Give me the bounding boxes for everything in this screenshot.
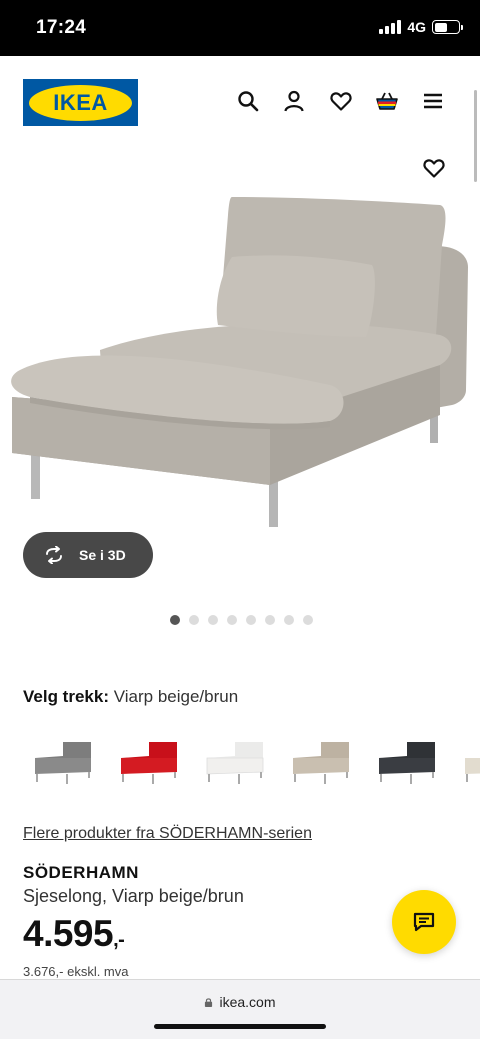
- pagination-dot[interactable]: [284, 615, 294, 625]
- series-link[interactable]: Flere produkter fra SÖDERHAMN-serien: [23, 825, 312, 843]
- price-value: 4.595: [23, 913, 114, 954]
- chat-button[interactable]: [392, 890, 456, 954]
- pagination-dot[interactable]: [227, 615, 237, 625]
- user-icon[interactable]: [282, 89, 306, 113]
- swatch-grey[interactable]: [23, 728, 95, 800]
- price-ex-vat: 3.676,- ekskl. mva: [23, 964, 129, 979]
- swatch-red[interactable]: [109, 728, 181, 800]
- battery-icon: [432, 20, 463, 34]
- chat-icon: [413, 912, 435, 932]
- product-description: Sjeselong, Viarp beige/brun: [23, 886, 244, 906]
- cover-value: Viarp beige/brun: [113, 687, 239, 706]
- cart-icon[interactable]: [375, 89, 399, 113]
- rotate-3d-icon: [46, 546, 62, 564]
- signal-icon: [379, 20, 402, 34]
- pagination-dot[interactable]: [303, 615, 313, 625]
- url-text: ikea.com: [219, 994, 276, 1010]
- swatch-beige-2[interactable]: [453, 728, 480, 800]
- status-indicators: 4G: [379, 19, 463, 35]
- product-image[interactable]: [0, 185, 480, 530]
- product-price: 4.595,-: [23, 913, 125, 955]
- image-pagination[interactable]: [170, 615, 313, 625]
- view-3d-button[interactable]: Se i 3D: [23, 532, 153, 578]
- site-header: IKEA: [0, 56, 480, 148]
- scrollbar[interactable]: [474, 90, 477, 182]
- search-icon[interactable]: [236, 89, 260, 113]
- favorite-heart-icon[interactable]: [422, 156, 446, 180]
- pagination-dot[interactable]: [189, 615, 199, 625]
- product-name: SÖDERHAMN: [23, 863, 139, 882]
- url-field[interactable]: ikea.com: [0, 994, 480, 1010]
- logo-text: IKEA: [53, 89, 108, 115]
- pagination-dot[interactable]: [246, 615, 256, 625]
- swatch-beige[interactable]: [281, 728, 353, 800]
- pagination-dot[interactable]: [265, 615, 275, 625]
- swatch-dark-grey[interactable]: [367, 728, 439, 800]
- cover-selector-label: Velg trekk: Viarp beige/brun: [23, 687, 238, 707]
- cover-swatches: [23, 728, 480, 802]
- menu-icon[interactable]: [421, 89, 445, 113]
- home-indicator[interactable]: [154, 1024, 326, 1029]
- status-bar: 17:24 4G: [0, 0, 480, 56]
- cover-label: Velg trekk:: [23, 687, 109, 706]
- view-3d-label: Se i 3D: [79, 547, 126, 563]
- heart-icon[interactable]: [329, 89, 353, 113]
- status-time: 17:24: [36, 17, 87, 38]
- browser-address-bar: ikea.com: [0, 979, 480, 1039]
- ikea-logo[interactable]: IKEA: [23, 79, 138, 126]
- pagination-dot[interactable]: [170, 615, 180, 625]
- swatch-white[interactable]: [195, 728, 267, 800]
- price-suffix: ,-: [113, 929, 125, 951]
- network-type: 4G: [407, 19, 426, 35]
- pagination-dot[interactable]: [208, 615, 218, 625]
- lock-icon: [205, 997, 213, 1007]
